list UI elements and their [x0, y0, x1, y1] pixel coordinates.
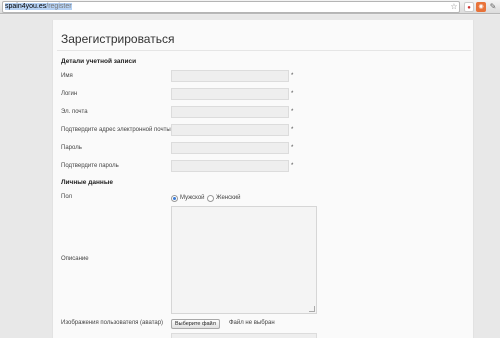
name-input[interactable] — [171, 70, 289, 82]
description-textarea[interactable] — [171, 206, 317, 314]
next-field-input[interactable] — [171, 333, 317, 338]
registration-form: Зарегистрироваться Детали учетной записи… — [52, 20, 474, 338]
email-label: Эл. почта — [61, 109, 88, 115]
choose-file-button[interactable]: Выберите файл — [171, 319, 220, 329]
rss-extension-icon[interactable]: ◉ — [476, 2, 486, 12]
gender-label: Пол — [61, 194, 73, 200]
browser-toolbar: spain4you.es/register ☆ ● ◉ ✎ — [0, 0, 500, 14]
name-label: Имя — [61, 73, 73, 79]
required-marker: * — [291, 109, 294, 115]
confirm-email-label: Подтвердите адрес электронной почты — [61, 127, 171, 133]
required-marker: * — [291, 163, 294, 169]
confirm-password-label: Подтвердите пароль — [61, 163, 119, 169]
gender-female-label[interactable]: Женский — [216, 194, 240, 203]
description-label: Описание — [61, 256, 89, 262]
login-input[interactable] — [171, 88, 289, 100]
page-title: Зарегистрироваться — [61, 32, 175, 46]
gender-female-radio[interactable] — [207, 195, 214, 202]
email-input[interactable] — [171, 106, 289, 118]
login-label: Логин — [61, 91, 78, 97]
account-section-heading: Детали учетной записи — [61, 58, 137, 65]
personal-section-heading: Личные данные — [61, 179, 113, 186]
password-input[interactable] — [171, 142, 289, 154]
extension-icon[interactable]: ● — [464, 2, 474, 12]
required-marker: * — [291, 127, 294, 133]
required-marker: * — [291, 145, 294, 151]
confirm-password-input[interactable] — [171, 160, 289, 172]
wrench-menu-icon[interactable]: ✎ — [488, 2, 498, 12]
required-marker: * — [291, 91, 294, 97]
bookmark-star-icon[interactable]: ☆ — [449, 2, 459, 12]
address-bar[interactable]: spain4you.es/register — [2, 1, 460, 13]
gender-male-label[interactable]: Мужской — [180, 194, 205, 203]
file-status-text: Файл не выбран — [229, 320, 275, 326]
url-path: /register — [46, 3, 72, 10]
confirm-email-input[interactable] — [171, 124, 289, 136]
avatar-label: Изображения пользователя (аватар) — [61, 320, 164, 326]
title-divider — [57, 50, 471, 51]
password-label: Пароль — [61, 145, 82, 151]
gender-male-radio[interactable] — [171, 195, 178, 202]
required-marker: * — [291, 73, 294, 79]
url-host: spain4you.es — [5, 3, 47, 10]
